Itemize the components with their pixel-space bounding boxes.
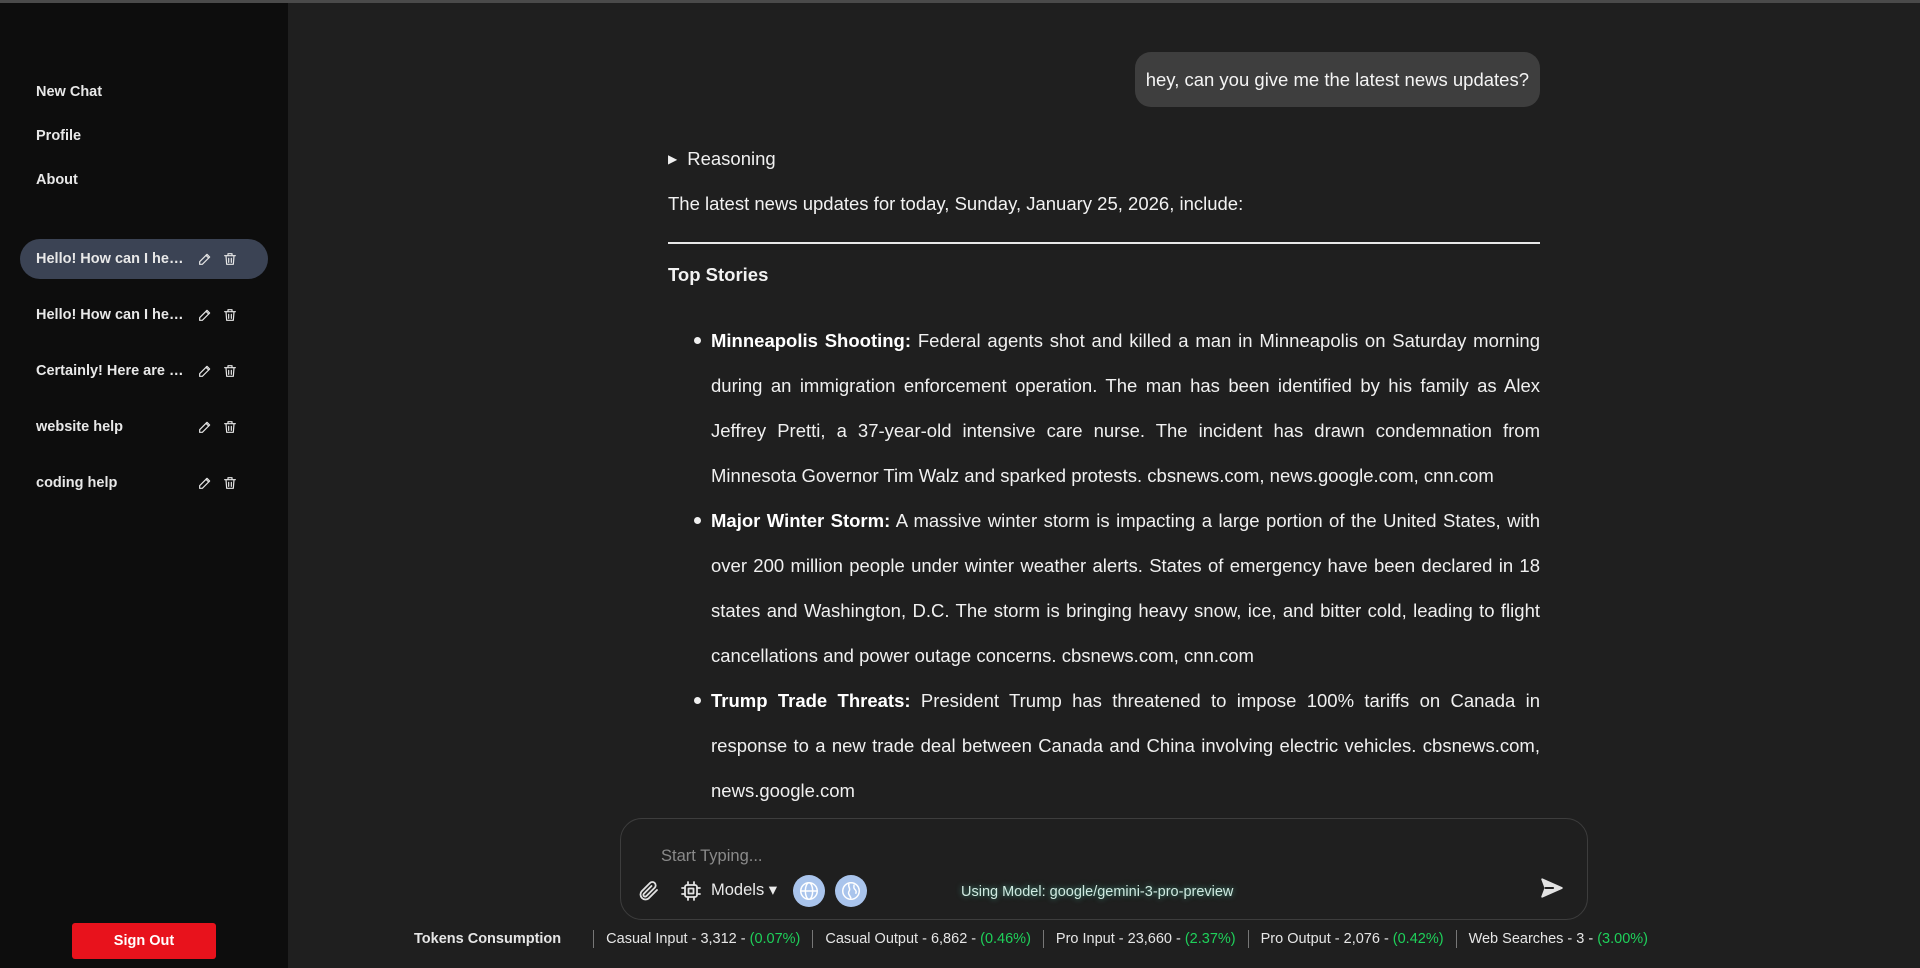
chat-item[interactable]: Hello! How can I help you today?: [20, 295, 268, 335]
chip-icon[interactable]: [679, 879, 703, 903]
item-title: Minneapolis Shooting:: [711, 330, 912, 351]
token-stat: Pro Input - 23,660 - (2.37%): [1042, 930, 1236, 948]
models-dropdown[interactable]: Models ▾: [711, 880, 777, 900]
assistant-response: ▶ Reasoning The latest news updates for …: [668, 148, 1540, 801]
chat-item[interactable]: website help: [20, 407, 268, 447]
message-input[interactable]: [659, 843, 1483, 869]
triangle-right-icon: ▶: [668, 152, 678, 166]
paperclip-icon[interactable]: [637, 879, 663, 905]
divider: [668, 242, 1540, 244]
chat-item[interactable]: Certainly! Here are some...: [20, 351, 268, 391]
stat-label: Web Searches - 3 -: [1468, 931, 1594, 947]
stat-percent: (3.00%): [1597, 931, 1648, 947]
section-title: Top Stories: [668, 264, 769, 285]
chat-title: website help: [36, 419, 124, 435]
user-message-text: hey, can you give me the latest news upd…: [1145, 68, 1529, 90]
token-stat: Casual Input - 3,312 - (0.07%): [593, 930, 800, 948]
user-message-bubble: hey, can you give me the latest news upd…: [1134, 52, 1540, 107]
item-body: Federal agents shot and killed a man in …: [711, 330, 1541, 486]
stat-label: Pro Output - 2,076 -: [1260, 931, 1389, 947]
trash-icon[interactable]: [221, 251, 238, 268]
token-stat: Casual Output - 6,862 - (0.46%): [812, 930, 1031, 948]
list-item: Major Winter Storm: A massive winter sto…: [694, 498, 1540, 678]
composer: Models ▾ Using Model: google/gemini-3-pr…: [620, 818, 1588, 920]
stat-percent: (0.42%): [1392, 931, 1444, 947]
trash-icon[interactable]: [221, 419, 238, 436]
edit-icon[interactable]: [196, 419, 213, 436]
edit-icon[interactable]: [196, 307, 213, 324]
nav-about[interactable]: About: [36, 172, 78, 188]
trash-icon[interactable]: [221, 307, 238, 324]
chat-title: Hello! How can I help you today?: [36, 307, 186, 323]
list-item: Trump Trade Threats: President Trump has…: [694, 678, 1540, 813]
tokens-label: Tokens Consumption: [414, 931, 562, 947]
reasoning-label: Reasoning: [687, 148, 776, 169]
web-search-icon[interactable]: [835, 875, 867, 907]
edit-icon[interactable]: [196, 363, 213, 380]
news-list: Minneapolis Shooting: Federal agents sho…: [694, 318, 1541, 813]
stat-percent: (2.37%): [1184, 931, 1236, 947]
stat-percent: (0.46%): [980, 931, 1031, 947]
stat-label: Casual Input - 3,312 -: [606, 931, 746, 947]
list-item: Minneapolis Shooting: Federal agents sho…: [694, 318, 1541, 498]
globe-icon[interactable]: [793, 875, 825, 907]
tokens-consumption-bar: Tokens Consumption Casual Input - 3,312 …: [414, 929, 1648, 949]
chat-title: Certainly! Here are some...: [36, 363, 186, 379]
edit-icon[interactable]: [196, 475, 213, 492]
nav-new-chat[interactable]: New Chat: [36, 84, 102, 100]
chat-title: coding help: [36, 475, 118, 491]
reasoning-toggle[interactable]: ▶ Reasoning: [668, 148, 1540, 170]
response-intro: The latest news updates for today, Sunda…: [668, 193, 1244, 214]
item-body: A massive winter storm is impacting a la…: [711, 510, 1540, 666]
token-stat: Pro Output - 2,076 - (0.42%): [1247, 930, 1444, 948]
chat-item[interactable]: Hello! How can I help you today?: [20, 239, 268, 279]
stat-percent: (0.07%): [749, 931, 801, 947]
token-stat: Web Searches - 3 - (3.00%): [1455, 930, 1648, 948]
edit-icon[interactable]: [196, 251, 213, 268]
trash-icon[interactable]: [221, 475, 238, 492]
sign-out-button[interactable]: Sign Out: [72, 923, 216, 959]
trash-icon[interactable]: [221, 363, 238, 380]
item-title: Major Winter Storm:: [711, 510, 891, 531]
send-icon[interactable]: [1539, 875, 1567, 903]
nav-profile[interactable]: Profile: [36, 128, 81, 144]
top-border: [0, 0, 1920, 3]
chat-title: Hello! How can I help you today?: [36, 251, 186, 267]
item-title: Trump Trade Threats:: [711, 690, 911, 711]
using-model-label: Using Model: google/gemini-3-pro-preview: [961, 884, 1234, 900]
sidebar: New Chat Profile About Hello! How can I …: [0, 3, 288, 968]
chat-item[interactable]: coding help: [20, 463, 268, 503]
stat-label: Pro Input - 23,660 -: [1055, 931, 1181, 947]
stat-label: Casual Output - 6,862 -: [825, 931, 977, 947]
